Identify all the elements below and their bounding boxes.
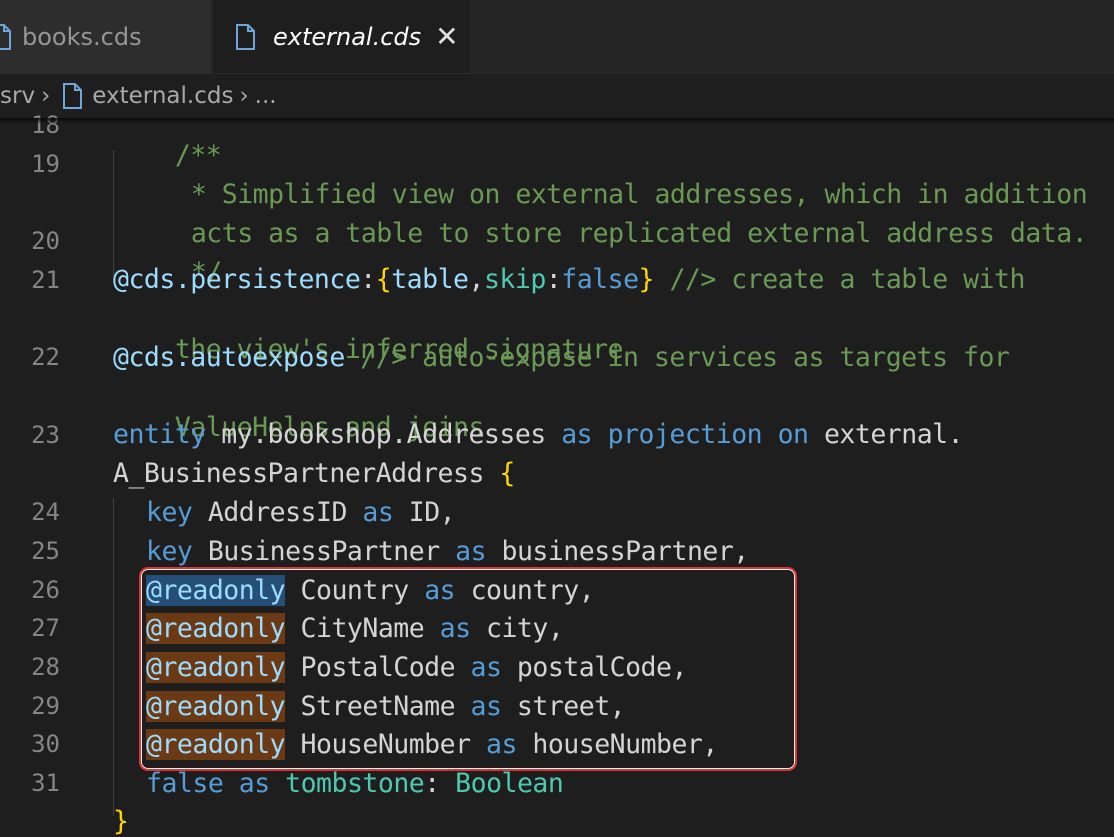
comment: //> auto-expose in services as targets f… — [344, 342, 1010, 373]
punctuation: : — [545, 264, 562, 295]
keyword: as — [561, 419, 593, 450]
punctuation: , — [468, 264, 485, 295]
keyword: false — [146, 768, 224, 799]
identifier: external. — [808, 419, 964, 450]
keyword: false — [561, 264, 639, 295]
code-line-24: key AddressID as ID, — [146, 497, 456, 528]
line-number: 21 — [31, 266, 60, 294]
identifier: AddressID — [192, 497, 363, 528]
punctuation: : — [424, 768, 456, 799]
keyword: projection — [607, 419, 763, 450]
line-number: 18 — [31, 111, 60, 139]
line-number: 25 — [31, 537, 60, 565]
keyword: as — [455, 536, 487, 567]
keyword: as — [238, 768, 270, 799]
code-line-31: false as tombstone: Boolean — [146, 768, 564, 799]
code-line-22: @cds.autoexpose //> auto-expose in servi… — [113, 342, 1010, 373]
indent-guide — [113, 498, 114, 816]
annotation: @cds.autoexpose — [113, 342, 345, 373]
tab-label: external.cds — [273, 22, 422, 51]
code-line-23-wrap: A_BusinessPartnerAddress { — [113, 458, 515, 489]
keyword: on — [777, 419, 809, 450]
keyword: entity — [113, 419, 206, 450]
line-number: 24 — [31, 498, 60, 526]
type-name: Boolean — [455, 768, 564, 799]
highlight-box — [139, 567, 797, 771]
tab-books-cds[interactable]: books.cds — [0, 0, 212, 73]
line-number: 28 — [31, 653, 60, 681]
brace: } — [113, 806, 129, 837]
comment: acts as a table to store replicated exte… — [190, 218, 1088, 249]
tab-external-cds[interactable]: external.cds ✕ — [213, 0, 470, 73]
identifier: skip — [483, 264, 546, 295]
line-number: 26 — [31, 576, 60, 604]
line-number: 20 — [31, 227, 60, 255]
brace: { — [499, 458, 515, 489]
breadcrumb-shadow — [0, 118, 1114, 124]
tab-label: books.cds — [22, 22, 142, 51]
keyword: key — [146, 497, 193, 528]
line-number: 27 — [31, 614, 60, 642]
line-number: 19 — [31, 150, 60, 178]
comment: //> create a table with — [654, 264, 1025, 295]
keyword: as — [362, 497, 394, 528]
tab-bar: books.cds external.cds ✕ — [0, 0, 1114, 74]
line-number: 31 — [31, 769, 60, 797]
close-icon[interactable]: ✕ — [435, 22, 458, 51]
file-icon — [0, 23, 11, 50]
code-line-23: entity my.bookshop.Addresses as projecti… — [113, 419, 964, 450]
annotation: @cds.persistence — [113, 264, 361, 295]
identifier: A_BusinessPartnerAddress — [113, 458, 500, 489]
identifier: tombstone — [285, 768, 425, 799]
brace: { — [375, 264, 392, 295]
identifier: table — [391, 264, 469, 295]
code-line-32-partial: } — [113, 806, 129, 837]
punctuation: : — [360, 264, 376, 295]
line-number: 30 — [31, 730, 60, 758]
code-line-21: @cds.persistence:{table,skip:false} //> … — [113, 264, 1025, 295]
brace: } — [638, 264, 655, 295]
identifier: my.bookshop.Addresses — [205, 419, 562, 450]
code-line-25: key BusinessPartner as businessPartner, — [146, 536, 749, 567]
file-icon — [236, 23, 255, 50]
identifier: businessPartner, — [486, 536, 749, 567]
identifier: BusinessPartner — [192, 536, 456, 567]
line-number: 29 — [31, 692, 60, 720]
keyword: key — [146, 536, 193, 567]
line-number: 23 — [31, 421, 60, 449]
identifier: ID, — [393, 497, 456, 528]
line-number: 22 — [31, 343, 60, 371]
